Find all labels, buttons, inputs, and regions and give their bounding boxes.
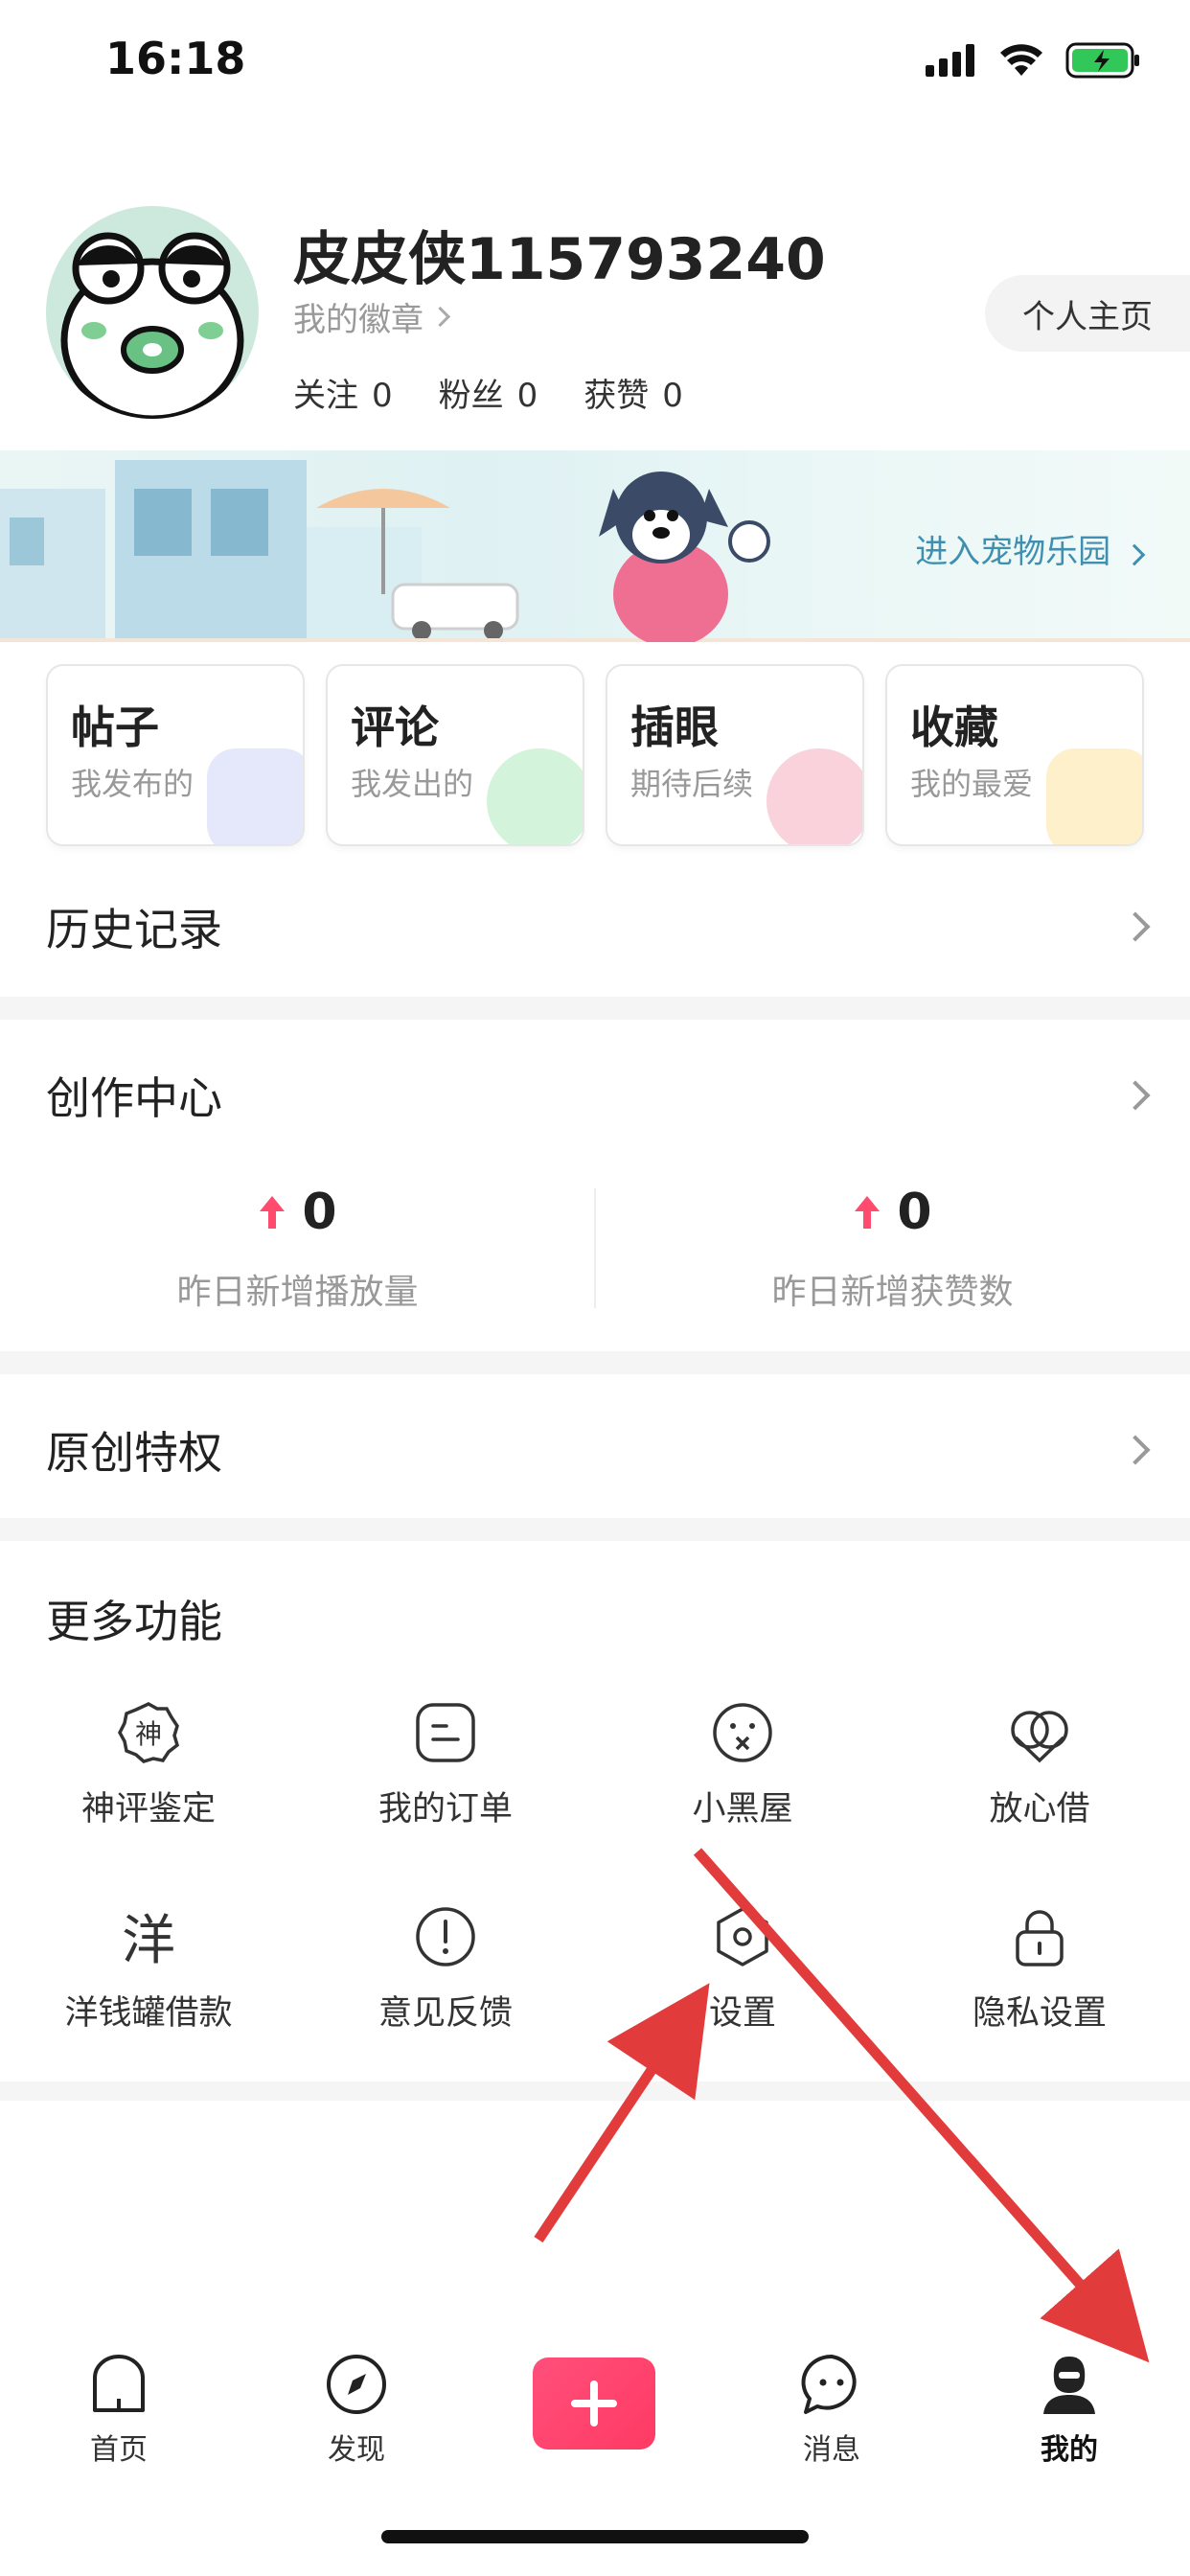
original-privilege-row[interactable]: 原创特权 [0, 1374, 1190, 1518]
tab-label: 消息 [803, 2433, 860, 2467]
stat-following[interactable]: 关注 0 [293, 369, 393, 416]
card-favorites[interactable]: 收藏 我的最爱 [885, 664, 1144, 846]
chevron-right-icon [1120, 1435, 1151, 1465]
fn-loan[interactable]: 放心借 [891, 1701, 1188, 1830]
card-title: 帖子 [71, 702, 159, 753]
my-badges-label: 我的徽章 [293, 301, 423, 339]
chevron-right-icon [1123, 543, 1146, 566]
lock-icon [1016, 1910, 1064, 1966]
section-divider [0, 1351, 1190, 1374]
wifi-icon [1000, 44, 1042, 76]
chevron-right-icon [1120, 1080, 1151, 1111]
section-divider [0, 2082, 1190, 2101]
loan-icon [1011, 1711, 1068, 1763]
tab-discover[interactable]: 发现 [261, 2353, 452, 2468]
fn-label: 洋钱罐借款 [64, 1994, 233, 2033]
settings-icon [717, 1907, 768, 1966]
feedback-icon [416, 1907, 475, 1966]
compass-icon [327, 2355, 386, 2414]
fn-settings[interactable]: 设置 [594, 1905, 891, 2035]
homepage-button[interactable]: 个人主页 [985, 275, 1190, 352]
comment-bubble-icon [487, 748, 583, 844]
more-functions-title: 更多功能 [46, 1596, 222, 1647]
card-subtitle: 我发出的 [351, 766, 474, 802]
avatar[interactable] [46, 206, 259, 419]
svg-text:神: 神 [135, 1718, 162, 1750]
section-divider [0, 997, 1190, 1020]
fn-shenping[interactable]: 神 神评鉴定 [0, 1701, 297, 1830]
creation-center-title: 创作中心 [46, 1072, 222, 1124]
card-title: 收藏 [910, 702, 998, 753]
card-bookmarks[interactable]: 插眼 期待后续 [606, 664, 864, 846]
publish-button[interactable] [533, 2358, 655, 2450]
tab-home[interactable]: 首页 [23, 2353, 215, 2468]
original-privilege-title: 原创特权 [46, 1427, 222, 1479]
card-title: 评论 [351, 702, 439, 753]
metric-label: 昨日新增获赞数 [771, 1273, 1014, 1312]
stat-likes[interactable]: 获赞 0 [584, 369, 683, 416]
status-time: 16:18 [105, 33, 246, 84]
metric-label: 昨日新增播放量 [176, 1273, 419, 1312]
chevron-right-icon [429, 306, 451, 328]
section-divider [0, 1518, 1190, 1541]
card-comments[interactable]: 评论 我发出的 [326, 664, 584, 846]
home-indicator [381, 2530, 809, 2543]
fn-feedback[interactable]: 意见反馈 [297, 1905, 594, 2035]
pet-park-link-label: 进入宠物乐园 [915, 533, 1111, 571]
message-icon [801, 2354, 857, 2414]
star-icon [1046, 748, 1142, 844]
metric-value: 0 [302, 1184, 337, 1241]
svg-text:洋: 洋 [122, 1910, 175, 1968]
metric-plays: 0 昨日新增播放量 [0, 1184, 595, 1314]
metric-value: 0 [897, 1184, 932, 1241]
metric-likes: 0 昨日新增获赞数 [595, 1184, 1190, 1314]
card-subtitle: 期待后续 [630, 766, 754, 802]
yang-icon: 洋 [122, 1910, 175, 1972]
fn-label: 意见反馈 [378, 1994, 513, 2033]
frog-avatar-icon [60, 232, 244, 419]
battery-icon [1065, 42, 1139, 79]
home-icon [93, 2355, 145, 2412]
card-posts[interactable]: 帖子 我发布的 [46, 664, 305, 846]
stat-followers[interactable]: 粉丝 0 [439, 369, 538, 416]
profile-stats: 关注 0 粉丝 0 获赞 0 [293, 369, 683, 416]
signal-icon [926, 44, 974, 77]
fn-label: 设置 [708, 1994, 776, 2033]
card-subtitle: 我的最爱 [910, 766, 1034, 802]
fn-label: 放心借 [989, 1790, 1090, 1828]
status-icons [926, 42, 1142, 79]
card-title: 插眼 [630, 702, 719, 753]
tab-messages[interactable]: 消息 [736, 2353, 927, 2468]
fn-blacklist[interactable]: 小黑屋 [594, 1701, 891, 1830]
username: 皮皮侠115793240 [293, 226, 826, 293]
history-title: 历史记录 [46, 904, 222, 955]
fn-yangqianguan[interactable]: 洋 洋钱罐借款 [0, 1905, 297, 2035]
fn-privacy[interactable]: 隐私设置 [891, 1905, 1188, 2035]
fn-label: 小黑屋 [692, 1790, 793, 1828]
tab-label: 发现 [328, 2433, 385, 2467]
profile-icon [1043, 2357, 1095, 2414]
creation-center-row[interactable]: 创作中心 [0, 1020, 1190, 1154]
order-icon [416, 1703, 475, 1762]
shen-badge-icon: 神 [118, 1702, 180, 1763]
arrow-up-icon [855, 1196, 881, 1229]
posts-icon [207, 748, 303, 844]
my-badges-link[interactable]: 我的徽章 [293, 293, 451, 340]
tab-label: 我的 [1041, 2433, 1098, 2467]
chevron-right-icon [1120, 911, 1151, 942]
history-row[interactable]: 历史记录 [0, 862, 1190, 997]
pet-park-link[interactable]: 进入宠物乐园 [915, 525, 1146, 572]
tab-label: 首页 [90, 2433, 148, 2467]
eye-icon [767, 748, 862, 844]
plus-icon [571, 2380, 617, 2426]
blocked-face-icon [713, 1703, 772, 1762]
fn-label: 神评鉴定 [80, 1790, 216, 1828]
fn-label: 我的订单 [378, 1790, 513, 1828]
arrow-up-icon [260, 1196, 286, 1229]
card-subtitle: 我发布的 [71, 766, 195, 802]
fn-orders[interactable]: 我的订单 [297, 1701, 594, 1830]
fn-label: 隐私设置 [972, 1994, 1107, 2033]
tab-profile[interactable]: 我的 [973, 2353, 1165, 2468]
